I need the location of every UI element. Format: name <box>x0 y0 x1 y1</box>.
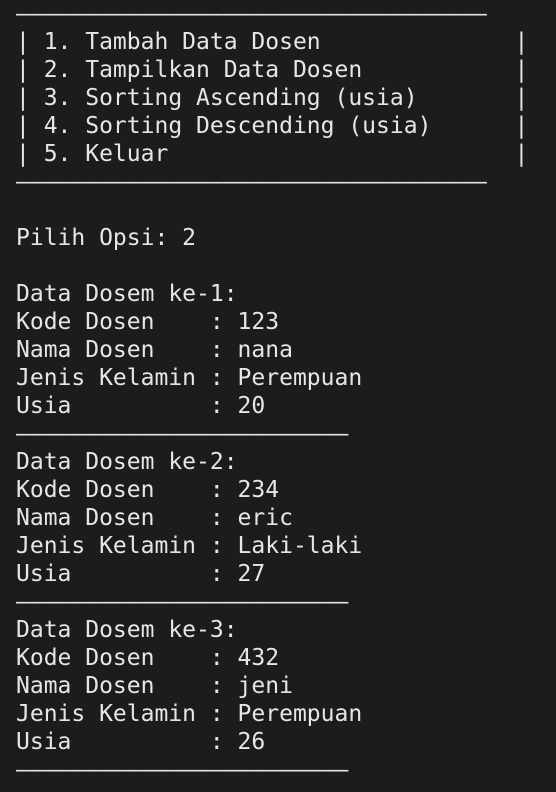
menu-border-bottom: —————————————————————————————————— <box>16 169 487 195</box>
record-separator: ———————————————————————— <box>16 589 349 615</box>
menu-item-tambah: | 1. Tambah Data Dosen | <box>16 29 529 55</box>
record-1-header: Data Dosem ke-1: <box>16 281 238 307</box>
record-3-jenis: Jenis Kelamin : Perempuan <box>16 701 363 727</box>
menu-border-top: —————————————————————————————————— <box>16 1 487 27</box>
option-prompt: Pilih Opsi: 2 <box>16 225 197 251</box>
record-1-usia: Usia : 20 <box>16 393 266 419</box>
record-1-jenis: Jenis Kelamin : Perempuan <box>16 365 363 391</box>
menu-item-sort-asc: | 3. Sorting Ascending (usia) | <box>16 85 529 111</box>
record-2-kode: Kode Dosen : 234 <box>16 477 280 503</box>
terminal-output[interactable]: —————————————————————————————————— | 1. … <box>0 0 556 792</box>
record-3-header: Data Dosem ke-3: <box>16 617 238 643</box>
record-2-jenis: Jenis Kelamin : Laki-laki <box>16 533 363 559</box>
record-1-nama: Nama Dosen : nana <box>16 337 293 363</box>
menu-item-sort-desc: | 4. Sorting Descending (usia) | <box>16 113 529 139</box>
record-2-nama: Nama Dosen : eric <box>16 505 293 531</box>
record-3-usia: Usia : 26 <box>16 729 266 755</box>
menu-item-keluar: | 5. Keluar | <box>16 141 529 167</box>
record-3-kode: Kode Dosen : 432 <box>16 645 280 671</box>
record-3-nama: Nama Dosen : jeni <box>16 673 293 699</box>
menu-item-tampilkan: | 2. Tampilkan Data Dosen | <box>16 57 529 83</box>
record-separator: ———————————————————————— <box>16 421 349 447</box>
record-separator: ———————————————————————— <box>16 757 349 783</box>
record-2-usia: Usia : 27 <box>16 561 266 587</box>
record-2-header: Data Dosem ke-2: <box>16 449 238 475</box>
record-1-kode: Kode Dosen : 123 <box>16 309 280 335</box>
